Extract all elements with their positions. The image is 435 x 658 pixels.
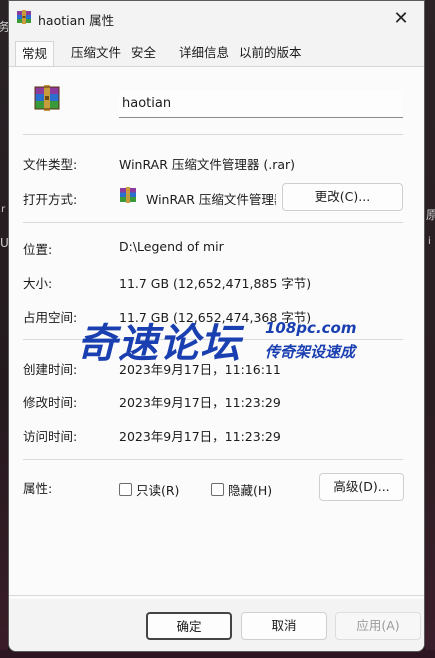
- watermark-main: 奇速论坛: [77, 321, 241, 367]
- size-label: 大小:: [23, 276, 53, 291]
- file-type-label: 文件类型:: [23, 157, 78, 172]
- divider: [23, 134, 403, 135]
- dialog-footer: 确定 取消 应用(A): [9, 599, 424, 651]
- change-button[interactable]: 更改(C)...: [282, 183, 403, 211]
- tab-general[interactable]: 常规: [15, 41, 55, 67]
- attributes-label: 属性:: [23, 481, 53, 496]
- title-bar[interactable]: haotian 属性 ✕: [9, 1, 424, 35]
- modified-value: 2023年9月17日，11:23:29: [119, 395, 281, 410]
- desktop-backdrop-left: [0, 0, 8, 658]
- tab-strip: 常规 压缩文件 安全 详细信息 以前的版本: [9, 41, 424, 67]
- location-label: 位置:: [23, 242, 53, 257]
- tab-archive[interactable]: 压缩文件: [71, 41, 121, 67]
- close-button[interactable]: ✕: [378, 1, 424, 35]
- desktop-backdrop-right: [425, 0, 435, 658]
- size-on-disk-label: 占用空间:: [23, 310, 78, 325]
- hidden-label: 隐藏(H): [228, 483, 273, 498]
- apply-button[interactable]: 应用(A): [335, 612, 421, 640]
- readonly-checkbox[interactable]: 只读(R): [119, 480, 179, 499]
- backdrop-text: .r: [0, 204, 6, 215]
- watermark-slogan: 传奇架设速成: [265, 343, 356, 361]
- accessed-value: 2023年9月17日，11:23:29: [119, 429, 281, 444]
- ok-button[interactable]: 确定: [146, 612, 232, 640]
- backdrop-text: i: [428, 236, 431, 247]
- close-icon: ✕: [393, 7, 409, 29]
- accessed-label: 访问时间:: [23, 429, 78, 444]
- divider: [9, 595, 424, 596]
- tab-security[interactable]: 安全: [131, 41, 156, 67]
- window-title: haotian 属性: [38, 13, 115, 28]
- divider: [23, 222, 403, 223]
- advanced-button[interactable]: 高级(D)...: [319, 473, 404, 501]
- properties-dialog: haotian 属性 ✕ 常规 压缩文件 安全 详细信息 以前的版本 文件类型:…: [8, 0, 425, 652]
- size-value: 11.7 GB (12,652,471,885 字节): [119, 276, 312, 291]
- tab-previous-versions[interactable]: 以前的版本: [239, 41, 302, 67]
- file-name-input[interactable]: [119, 90, 403, 118]
- location-value: D:\Legend of mir: [119, 239, 224, 254]
- divider: [23, 459, 403, 460]
- tab-details[interactable]: 详细信息: [179, 41, 229, 67]
- opens-with-label: 打开方式:: [23, 192, 78, 207]
- created-label: 创建时间:: [23, 362, 78, 377]
- cancel-button[interactable]: 取消: [241, 612, 327, 640]
- modified-label: 修改时间:: [23, 395, 78, 410]
- winrar-archive-icon: [34, 85, 60, 111]
- file-type-value: WinRAR 压缩文件管理器 (.rar): [119, 157, 296, 172]
- winrar-archive-icon: [17, 10, 31, 24]
- readonly-label: 只读(R): [136, 483, 180, 498]
- hidden-checkbox[interactable]: 隐藏(H): [211, 480, 272, 499]
- watermark: 奇速论坛 108pc.com 传奇架设速成: [77, 307, 377, 369]
- opens-with-value: WinRAR 压缩文件管理器: [146, 192, 276, 207]
- backdrop-text: 原: [426, 208, 435, 222]
- checkbox-box[interactable]: [211, 483, 224, 496]
- winrar-app-icon: [120, 187, 136, 203]
- checkbox-box[interactable]: [119, 483, 132, 496]
- watermark-domain: 108pc.com: [265, 319, 357, 337]
